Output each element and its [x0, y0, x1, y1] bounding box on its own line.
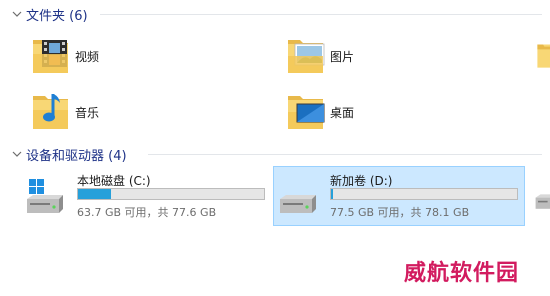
file-explorer-view: 文件夹 (6) 视频 图片 音乐 桌面 设备和驱动器 (4) 本地磁盘 (C:)…: [0, 0, 550, 296]
folder-item-pictures[interactable]: 图片: [286, 32, 486, 82]
group-divider: [100, 14, 542, 15]
group-title-folders: 文件夹 (6): [26, 9, 88, 24]
group-header-folders[interactable]: 文件夹 (6): [0, 4, 550, 24]
group-header-devices[interactable]: 设备和驱动器 (4): [0, 144, 550, 164]
desktop-folder-icon: [288, 96, 325, 129]
drive-space-info: 63.7 GB 可用，共 77.6 GB: [77, 206, 217, 219]
folder-item-desktop[interactable]: 桌面: [286, 88, 486, 138]
folder-label: 图片: [330, 50, 355, 64]
folder-label: 音乐: [75, 106, 100, 120]
drive-name: 本地磁盘 (C:): [77, 174, 151, 188]
group-divider: [148, 154, 542, 155]
drive-usage-bar: [330, 188, 518, 200]
hard-drive-icon: [280, 195, 316, 213]
watermark-logo: 威航软件园: [404, 261, 520, 286]
drive-space-info: 77.5 GB 可用，共 78.1 GB: [330, 206, 470, 219]
pictures-folder-icon: [288, 40, 325, 73]
drive-item-d[interactable]: 新加卷 (D:) 77.5 GB 可用，共 78.1 GB: [273, 166, 525, 226]
folder-label: 视频: [75, 50, 100, 64]
drive-usage-fill: [78, 189, 112, 199]
drive-icon-partial[interactable]: [534, 176, 550, 216]
chevron-down-icon[interactable]: [11, 8, 23, 20]
drive-item-c[interactable]: 本地磁盘 (C:) 63.7 GB 可用，共 77.6 GB: [20, 166, 272, 226]
drive-usage-fill: [331, 189, 333, 199]
drive-name: 新加卷 (D:): [330, 174, 393, 188]
folder-icon-partial[interactable]: [536, 32, 550, 78]
folder-item-videos[interactable]: 视频: [31, 32, 231, 82]
windows-drive-icon: [27, 179, 63, 213]
drive-usage-bar: [77, 188, 265, 200]
folder-item-music[interactable]: 音乐: [31, 88, 231, 138]
group-title-devices: 设备和驱动器 (4): [26, 149, 127, 164]
folder-label: 桌面: [330, 106, 355, 120]
videos-folder-icon: [33, 40, 68, 73]
chevron-down-icon[interactable]: [11, 148, 23, 160]
music-folder-icon: [33, 94, 68, 129]
